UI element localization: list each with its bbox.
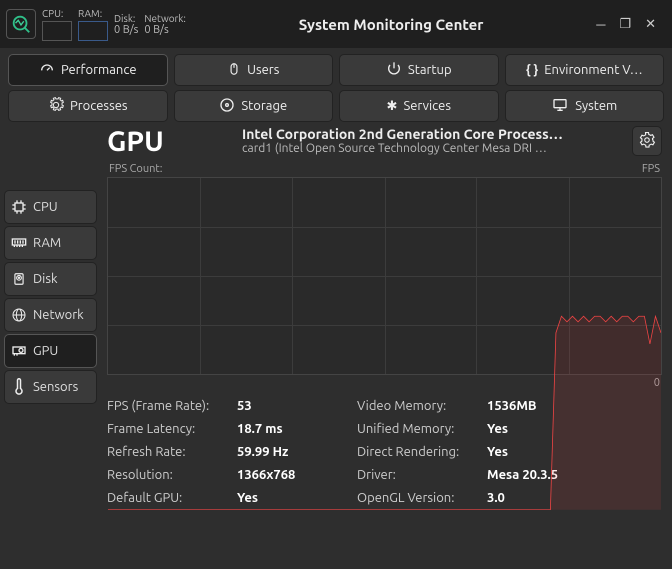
sidenav-cpu[interactable]: CPU (4, 190, 97, 224)
hdd-icon (11, 271, 27, 287)
panel-ram: RAM: (78, 8, 108, 41)
gauge-icon (39, 61, 55, 80)
panel-disk: Disk: 0 B/s (114, 13, 138, 36)
tab-environment-variables[interactable]: { } Environment V… (505, 54, 665, 86)
gear-icon (48, 97, 64, 116)
panel-network: Network: 0 B/s (144, 13, 186, 36)
titlebar: CPU: RAM: Disk: 0 B/s Network: 0 B/s Sys… (0, 0, 672, 48)
globe-icon (11, 307, 27, 323)
chart-label-left: FPS Count: (109, 163, 162, 175)
sidenav-ram[interactable]: RAM (4, 226, 97, 260)
tab-performance[interactable]: Performance (8, 54, 168, 86)
thermometer-icon (11, 378, 27, 396)
gear-icon (638, 131, 656, 152)
main-tabs-row1: Performance Users Startup { } Environmen… (0, 48, 672, 86)
perf-sidenav: CPU RAM Disk Network GPU (0, 122, 97, 563)
gear-icon: ✱ (387, 99, 398, 114)
fps-chart (107, 177, 662, 375)
chart-label-right: FPS (642, 163, 660, 175)
mouse-icon (227, 61, 241, 80)
tab-processes[interactable]: Processes (8, 90, 168, 122)
tab-storage[interactable]: Storage (174, 90, 334, 122)
gpu-name: Intel Corporation 2nd Generation Core Pr… (242, 126, 622, 142)
minimize-button[interactable]: ─ (596, 17, 605, 32)
tab-users[interactable]: Users (174, 54, 334, 86)
settings-button[interactable] (632, 126, 662, 156)
tab-services[interactable]: ✱ Services (339, 90, 499, 122)
sidenav-disk[interactable]: Disk (4, 262, 97, 296)
gpu-subname: card1 (Intel Open Source Technology Cent… (242, 142, 622, 155)
main-tabs-row2: Processes Storage ✱ Services System (0, 86, 672, 122)
sidenav-sensors[interactable]: Sensors (4, 370, 97, 404)
page-title: GPU (107, 126, 232, 157)
sidenav-network[interactable]: Network (4, 298, 97, 332)
app-icon (6, 9, 36, 39)
maximize-button[interactable]: ❐ (619, 17, 631, 32)
window-title: System Monitoring Center (192, 16, 590, 33)
cpu-icon (11, 199, 27, 215)
gpu-icon (11, 344, 27, 358)
close-button[interactable]: ✕ (645, 17, 656, 32)
ram-icon (11, 237, 27, 249)
monitor-icon (551, 97, 569, 116)
tab-startup[interactable]: Startup (339, 54, 499, 86)
sidenav-gpu[interactable]: GPU (4, 334, 97, 368)
tab-system[interactable]: System (505, 90, 665, 122)
braces-icon: { } (526, 63, 538, 77)
power-icon (386, 61, 402, 80)
disk-icon (219, 97, 235, 116)
panel-cpu: CPU: (42, 8, 72, 41)
